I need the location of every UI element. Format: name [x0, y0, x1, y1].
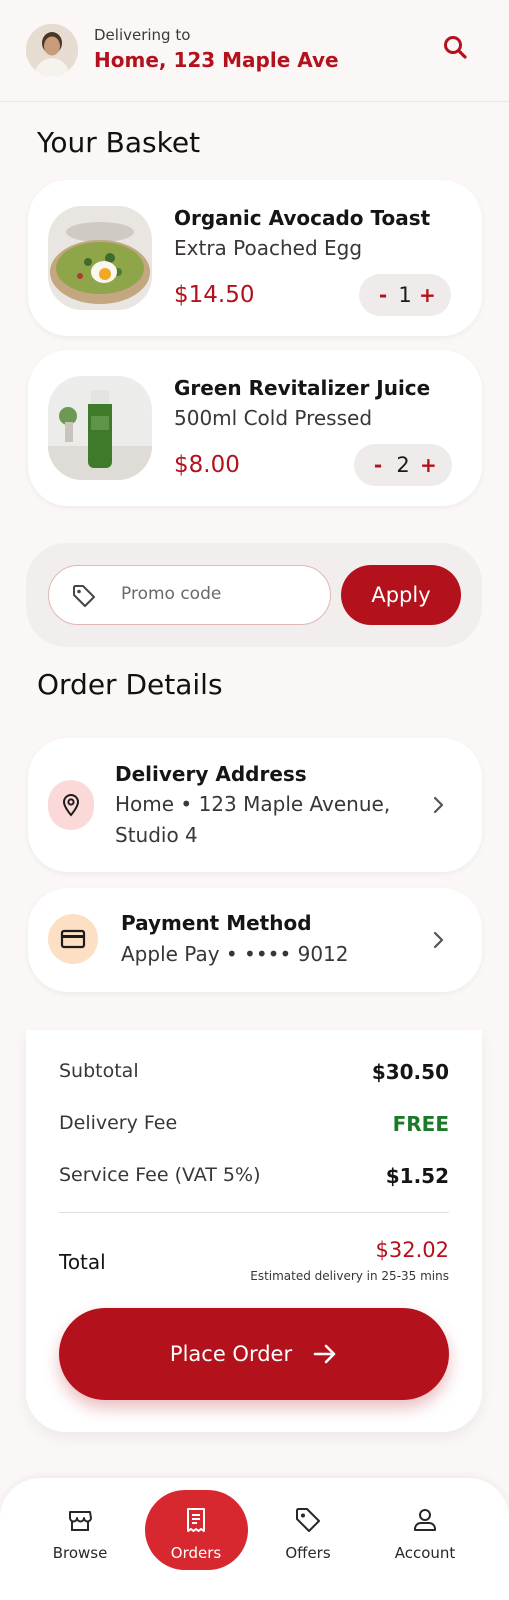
receipt-icon — [187, 1508, 205, 1532]
order-summary: Subtotal $30.50 Delivery Fee FREE Servic… — [26, 1030, 482, 1432]
promo-section: Promo code Apply — [26, 543, 482, 647]
tag-icon — [296, 1508, 320, 1532]
item-price: $8.00 — [174, 452, 240, 478]
decrement-button[interactable]: - — [375, 283, 391, 307]
place-order-label: Place Order — [169, 1342, 293, 1366]
total-value: $32.02 — [375, 1238, 449, 1262]
nav-label: Account — [394, 1544, 456, 1562]
nav-label: Offers — [285, 1544, 331, 1562]
quantity-stepper: - 1 + — [359, 274, 451, 316]
service-fee-label: Service Fee (VAT 5%) — [59, 1164, 261, 1186]
nav-label: Orders — [170, 1544, 222, 1562]
search-icon — [444, 36, 467, 59]
decrement-button[interactable]: - — [370, 453, 386, 477]
delivering-to-label: Delivering to — [94, 26, 191, 44]
nav-orders[interactable]: Orders — [144, 1478, 248, 1578]
quantity-value: 2 — [396, 453, 410, 477]
tag-icon — [73, 585, 95, 607]
promo-placeholder: Promo code — [121, 584, 222, 604]
payment-method-title: Payment Method — [121, 911, 312, 935]
bottom-navigation: Browse Orders Offers Account — [0, 1478, 509, 1600]
total-label: Total — [59, 1250, 106, 1274]
item-name: Organic Avocado Toast — [174, 206, 431, 230]
app-header: Delivering to Home, 123 Maple Ave — [0, 0, 509, 102]
apply-button[interactable]: Apply — [341, 565, 461, 625]
basket-item: Green Revitalizer Juice 500ml Cold Press… — [28, 350, 482, 506]
arrow-right-icon — [313, 1344, 336, 1364]
item-name: Green Revitalizer Juice — [174, 376, 431, 400]
increment-button[interactable]: + — [419, 283, 436, 307]
item-option: 500ml Cold Pressed — [174, 406, 373, 430]
nav-account[interactable]: Account — [373, 1478, 477, 1578]
basket-item: Organic Avocado Toast Extra Poached Egg … — [28, 180, 482, 336]
payment-method-value: Apple Pay • •••• 9012 — [121, 942, 349, 966]
basket-title: Your Basket — [37, 126, 201, 159]
delivery-address-line2: Studio 4 — [115, 823, 198, 847]
subtotal-label: Subtotal — [59, 1060, 139, 1082]
green-juice-image — [48, 376, 152, 480]
promo-code-input[interactable]: Promo code — [48, 565, 331, 625]
quantity-stepper: - 2 + — [354, 444, 452, 486]
delivery-address-header[interactable]: Home, 123 Maple Ave — [94, 48, 339, 72]
chevron-right-icon — [433, 931, 444, 949]
storefront-icon — [69, 1511, 92, 1531]
credit-card-icon — [60, 929, 86, 949]
payment-method-card[interactable]: Payment Method Apple Pay • •••• 9012 — [28, 888, 482, 992]
person-icon — [414, 1509, 436, 1531]
item-option: Extra Poached Egg — [174, 236, 363, 260]
delivery-address-card[interactable]: Delivery Address Home • 123 Maple Avenue… — [28, 738, 482, 872]
delivery-fee-label: Delivery Fee — [59, 1112, 178, 1134]
estimated-delivery: Estimated delivery in 25-35 mins — [250, 1269, 449, 1283]
summary-divider — [59, 1212, 449, 1213]
chevron-right-icon — [433, 796, 444, 814]
search-button[interactable] — [440, 32, 472, 64]
location-icon-badge — [48, 780, 94, 830]
location-pin-icon — [62, 793, 80, 817]
service-fee-value: $1.52 — [385, 1164, 449, 1188]
avocado-toast-image — [48, 206, 152, 310]
delivery-address-line1: Home • 123 Maple Avenue, — [115, 792, 391, 816]
quantity-value: 1 — [398, 283, 412, 307]
delivery-fee-value: FREE — [392, 1112, 449, 1136]
subtotal-value: $30.50 — [371, 1060, 449, 1084]
nav-browse[interactable]: Browse — [28, 1478, 132, 1578]
card-icon-badge — [48, 914, 98, 964]
item-price: $14.50 — [174, 282, 255, 308]
nav-offers[interactable]: Offers — [256, 1478, 360, 1578]
delivery-address-title: Delivery Address — [115, 762, 307, 786]
increment-button[interactable]: + — [420, 453, 437, 477]
nav-label: Browse — [52, 1544, 108, 1562]
place-order-button[interactable]: Place Order — [59, 1308, 449, 1400]
avatar[interactable] — [26, 24, 78, 76]
order-details-title: Order Details — [37, 668, 223, 701]
